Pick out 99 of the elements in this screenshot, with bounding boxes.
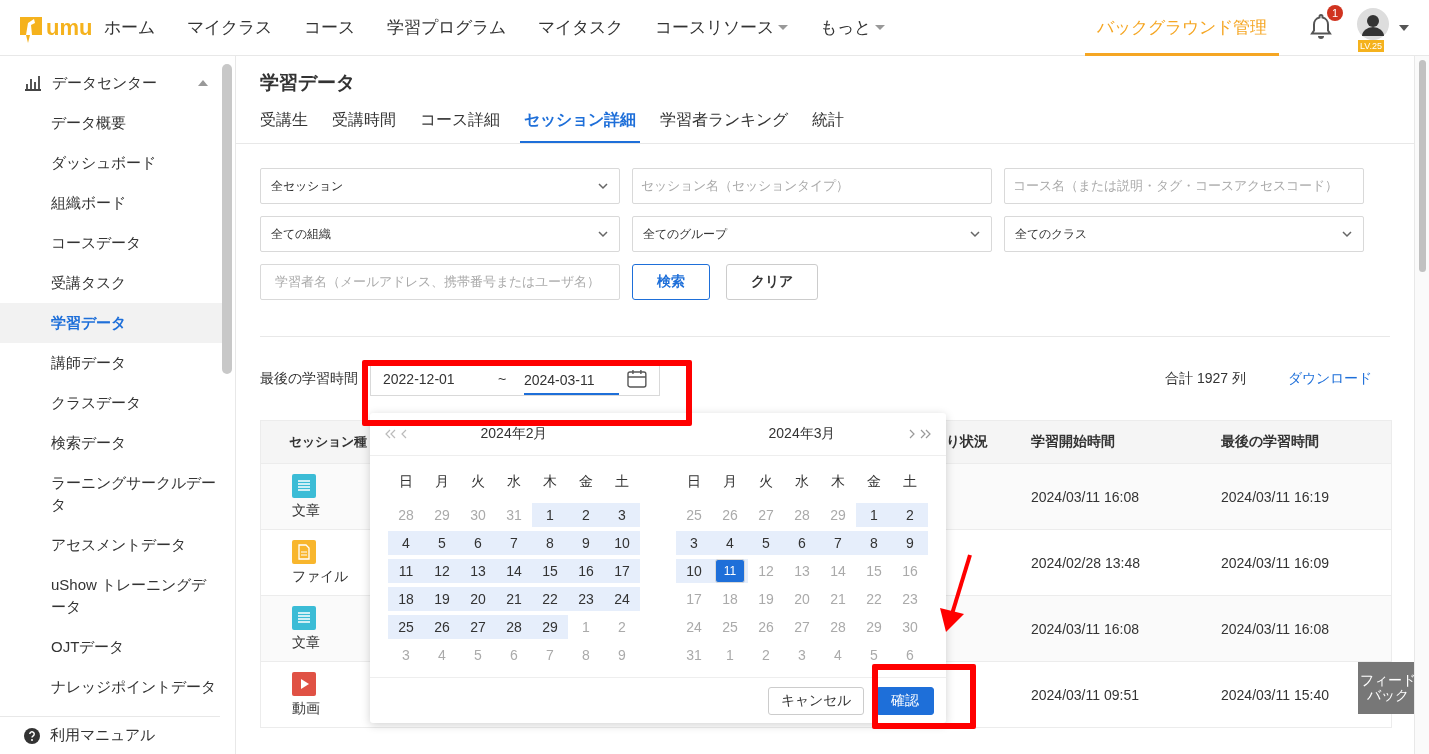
sidebar-group[interactable]: データセンター	[0, 63, 208, 103]
chevron-left-icon[interactable]	[400, 429, 408, 439]
column-header: 学習開始時間	[1031, 433, 1115, 451]
double-chevron-right-icon[interactable]	[920, 429, 932, 439]
weekday-label: 月	[722, 472, 738, 491]
column-header: り状況	[946, 433, 988, 451]
level-badge: LV.25	[1358, 39, 1385, 52]
table-cell-text: 2024/03/11 16:08	[1031, 619, 1140, 639]
nav-link[interactable]: ホーム	[104, 16, 155, 39]
clear-button[interactable]: クリア	[726, 264, 818, 300]
sidebar-item[interactable]: ナレッジポイントデータ	[0, 667, 222, 707]
sidebar-item[interactable]: 講師データ	[0, 343, 222, 383]
search-button[interactable]: 検索	[632, 264, 710, 300]
sidebar-item[interactable]: uShow トレーニングデータ	[0, 565, 222, 627]
tab[interactable]: 統計	[812, 110, 844, 143]
help-icon	[24, 727, 40, 744]
logo-text: umu	[46, 14, 93, 41]
nav-link[interactable]: マイクラス	[187, 16, 272, 39]
select-field[interactable]: 全てのグループ	[632, 216, 992, 252]
page-title: 学習データ	[260, 71, 355, 95]
nav-link[interactable]: コース	[304, 16, 355, 39]
sidebar-item[interactable]: OJTデータ	[0, 627, 222, 667]
table-cell: 2024/03/11 16:09	[1221, 554, 1329, 571]
sidebar-item[interactable]: クラスデータ	[0, 383, 222, 423]
weekday-label: 金	[866, 472, 882, 491]
select-field[interactable]: 全セッション	[260, 168, 620, 204]
table-cell: 2024/03/11 16:08	[1221, 620, 1329, 637]
select-field[interactable]: 全ての組織	[260, 216, 620, 252]
tab[interactable]: 学習者ランキング	[660, 110, 788, 143]
scrollbar[interactable]	[1419, 60, 1426, 272]
article-icon	[292, 605, 316, 630]
table-cell-text: 2024/03/11 16:08	[1031, 487, 1140, 507]
month-title: 2024年3月	[768, 425, 836, 443]
table-cell: 動画	[292, 699, 320, 718]
weekday-label: 月	[434, 472, 450, 491]
chevron-down-icon	[597, 182, 609, 190]
calendar-day[interactable]: 11	[715, 559, 745, 583]
table-cell: 文章	[292, 633, 320, 652]
table-cell: ファイル	[292, 567, 348, 586]
weekday-label: 木	[830, 472, 846, 491]
chevron-down-icon	[969, 230, 981, 238]
bar-chart-icon	[24, 75, 42, 91]
tab[interactable]: 受講生	[260, 110, 308, 143]
nav-link[interactable]: 学習プログラム	[387, 16, 506, 39]
tab[interactable]: コース詳細	[420, 110, 500, 143]
weekday-label: 水	[794, 472, 810, 491]
notification-badge: 1	[1327, 4, 1343, 21]
table-cell-text: 2024/02/28 13:48	[1031, 553, 1141, 573]
tab[interactable]: セッション詳細	[520, 110, 640, 143]
caret-icon[interactable]	[1399, 24, 1409, 31]
feedback-button[interactable]: フィードバック	[1358, 662, 1417, 714]
field-label: 最後の学習時間	[260, 370, 358, 388]
article-icon	[292, 473, 316, 498]
weekday-label: 土	[614, 472, 630, 491]
bell-icon[interactable]	[1309, 12, 1333, 39]
caret-up-icon	[198, 80, 208, 86]
manual-link[interactable]: 利用マニュアル	[0, 716, 220, 754]
avatar[interactable]	[1357, 7, 1389, 40]
weekday-label: 木	[542, 472, 558, 491]
sidebar-item[interactable]: アセスメントデータ	[0, 525, 222, 565]
chevron-right-icon[interactable]	[908, 429, 916, 439]
chevron-down-icon	[1341, 230, 1353, 238]
weekday-label: 土	[902, 472, 918, 491]
weekday-label: 日	[398, 472, 414, 491]
weekday-label: 金	[578, 472, 594, 491]
table-cell: 2024/03/11 15:40	[1221, 686, 1329, 703]
column-header: 最後の学習時間	[1221, 433, 1319, 451]
double-chevron-left-icon[interactable]	[384, 429, 396, 439]
sidebar-item[interactable]: 受講タスク	[0, 263, 222, 303]
sidebar-item[interactable]: ラーニングサークルデータ	[0, 463, 222, 525]
table-cell: 2024/03/11 16:19	[1221, 488, 1329, 505]
weekday-label: 火	[758, 472, 774, 491]
select-field[interactable]: 全てのクラス	[1004, 216, 1364, 252]
nav-link[interactable]: もっと	[820, 16, 885, 39]
column-header: セッション種	[289, 433, 367, 451]
calendar-icon	[627, 370, 647, 388]
scrollbar[interactable]	[222, 64, 232, 374]
chevron-down-icon	[597, 230, 609, 238]
confirm-button[interactable]: 確認	[876, 686, 934, 715]
nav-link[interactable]: コースリソース	[655, 16, 788, 39]
play-icon	[292, 671, 316, 696]
total-count: 合計 1927 列	[1165, 370, 1246, 388]
table-cell: 文章	[292, 501, 320, 520]
weekday-label: 水	[506, 472, 522, 491]
sidebar-item[interactable]: 組織ボード	[0, 183, 222, 223]
tab[interactable]: 受講時間	[332, 110, 396, 143]
cancel-button[interactable]: キャンセル	[768, 686, 864, 715]
sidebar-item[interactable]: コースデータ	[0, 223, 222, 263]
month-title: 2024年2月	[480, 425, 548, 443]
sidebar-item[interactable]: 学習データ	[0, 303, 222, 343]
weekday-label: 火	[470, 472, 486, 491]
document-icon	[292, 539, 316, 564]
table-cell-text: 2024/03/11 09:51	[1031, 685, 1140, 705]
sidebar-item[interactable]: 検索データ	[0, 423, 222, 463]
download-link[interactable]: ダウンロード	[1288, 370, 1372, 388]
sidebar-item[interactable]: データ概要	[0, 103, 222, 143]
sidebar-item[interactable]: ダッシュボード	[0, 143, 222, 183]
weekday-label: 日	[686, 472, 702, 491]
nav-link[interactable]: マイタスク	[538, 16, 623, 39]
